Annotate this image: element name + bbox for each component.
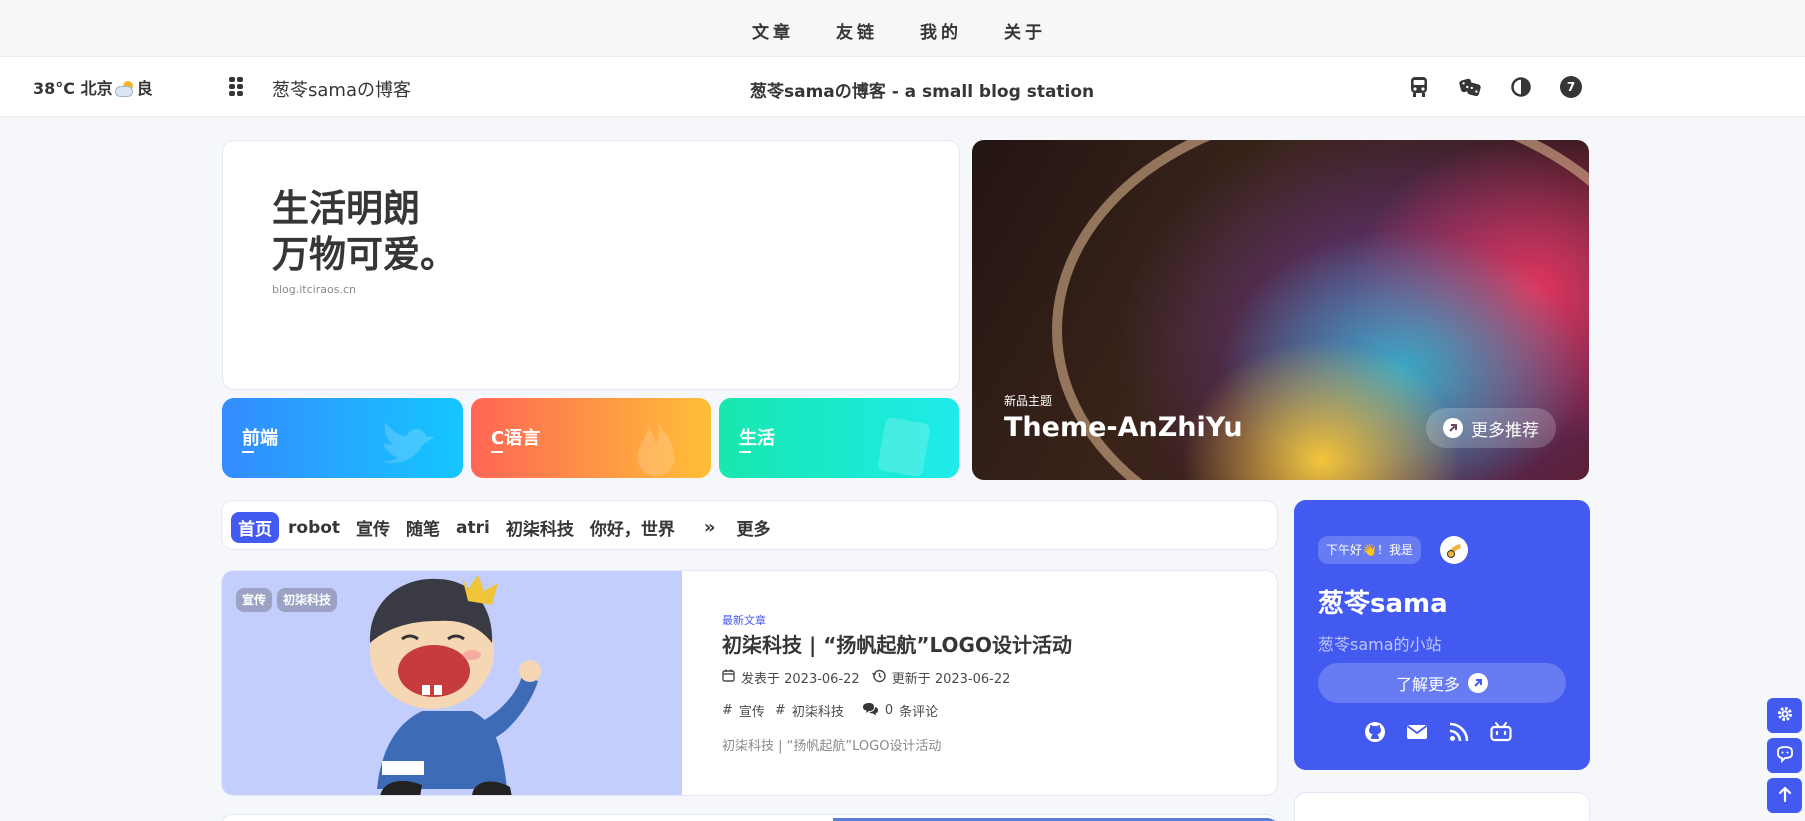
post-meta-tags: # 宣传 # 初柒科技 0 条评论: [722, 701, 938, 720]
feature-tag: 新品主题: [1004, 394, 1053, 408]
chat-toggle-button[interactable]: [1767, 738, 1802, 773]
double-chevron-right-icon[interactable]: »: [704, 517, 716, 538]
tab-more[interactable]: 更多: [730, 512, 778, 543]
category-card-c-language[interactable]: C语言: [471, 398, 711, 478]
bird-icon: [375, 414, 441, 478]
post-meta-tag[interactable]: 初柒科技: [792, 701, 844, 720]
page-title: 葱苓samaの博客 - a small blog station: [750, 82, 1095, 102]
back-to-top-button[interactable]: [1767, 778, 1802, 813]
top-nav-links: 文章 友链 我的 关于: [752, 18, 1046, 43]
rss-icon[interactable]: [1448, 721, 1470, 743]
post-excerpt: 初柒科技 | “扬帆起航”LOGO设计活动: [722, 739, 942, 754]
notification-count-badge[interactable]: 7: [1560, 76, 1582, 98]
updated-date: 更新于 2023-06-22: [891, 672, 1011, 687]
settings-gear-button[interactable]: [1767, 698, 1802, 733]
hash-icon: #: [722, 703, 733, 718]
post-tag-badge[interactable]: 宣传: [236, 588, 273, 612]
hero-url: blog.itciraos.cn: [272, 283, 356, 296]
tab-list: 首页 robot 宣传 随笔 atri 初柒科技 你好，世界 » 更多: [231, 512, 780, 543]
hero-slogan-line2: 万物可爱。: [272, 233, 457, 276]
category-card-frontend[interactable]: 前端: [222, 398, 463, 478]
post-meta: 发表于 2023-06-22 更新于 2023-06-22: [722, 668, 1010, 687]
arrow-up-icon: [1778, 786, 1792, 806]
author-name: 葱苓sama: [1318, 589, 1448, 619]
tab-chuqi-tech[interactable]: 初柒科技: [499, 512, 581, 543]
weather-widget: 38°C 北京 良: [33, 75, 153, 99]
category-label: 前端: [242, 424, 278, 453]
comments-label: 条评论: [899, 705, 939, 720]
message-icon: [1776, 745, 1794, 767]
air-quality: 良: [136, 79, 153, 98]
category-label: 生活: [739, 424, 775, 453]
comments-count[interactable]: 0: [885, 703, 893, 718]
arrow-up-right-icon: [1468, 673, 1488, 693]
tab-promotion[interactable]: 宣传: [349, 512, 397, 543]
post-cover-image[interactable]: 宣传 初柒科技: [222, 571, 682, 795]
arrow-up-right-icon: [1443, 418, 1463, 438]
feature-name: Theme-AnZhiYu: [1004, 412, 1243, 443]
post-card-next[interactable]: [221, 814, 1279, 821]
fire-icon: [623, 414, 689, 478]
newest-post-label: 最新文章: [722, 614, 766, 627]
calendar-icon: [722, 669, 735, 686]
hero-slogan-card: 生活明朗 万物可爱。 blog.itciraos.cn: [222, 140, 960, 390]
author-description: 葱苓sama的小站: [1318, 635, 1442, 654]
partly-cloudy-icon: [114, 81, 135, 97]
sidebar-card-next: [1294, 792, 1590, 821]
tab-essays[interactable]: 随笔: [399, 512, 447, 543]
greeting-badge: 下午好👋！我是: [1318, 536, 1421, 564]
featured-theme-banner[interactable]: 新品主题 Theme-AnZhiYu 更多推荐: [972, 140, 1589, 480]
top-nav-item-mine[interactable]: 我的: [920, 18, 962, 43]
more-recommendations-button[interactable]: 更多推荐: [1426, 408, 1556, 448]
category-card-life[interactable]: 生活: [719, 398, 959, 478]
history-icon: [871, 669, 886, 687]
header: 38°C 北京 良 葱苓samaの博客 葱苓samaの博客 - a small b…: [0, 57, 1805, 117]
post-title[interactable]: 初柒科技 | “扬帆起航”LOGO设计活动: [722, 629, 1072, 658]
published-date: 发表于 2023-06-22: [741, 672, 860, 687]
train-icon[interactable]: [1408, 76, 1430, 98]
bilibili-icon[interactable]: [1490, 721, 1512, 743]
post-card[interactable]: 宣传 初柒科技 最新文章 初柒科技 | “扬帆起航”LOGO设计活动 发表于 2…: [221, 570, 1278, 796]
hash-icon: #: [774, 703, 786, 718]
post-meta-tag[interactable]: 宣传: [739, 701, 765, 720]
tab-atri[interactable]: atri: [449, 515, 497, 541]
tab-hello-world[interactable]: 你好，世界: [583, 512, 682, 543]
weather-temp-city: 38°C 北京: [33, 79, 113, 98]
top-nav-item-links[interactable]: 友链: [836, 18, 878, 43]
learn-more-button[interactable]: 了解更多: [1318, 663, 1566, 703]
post-tag-badge[interactable]: 初柒科技: [277, 588, 338, 612]
book-icon: [871, 414, 937, 478]
category-tab-bar: 首页 robot 宣传 随笔 atri 初柒科技 你好，世界 » 更多: [221, 500, 1278, 550]
social-links: [1364, 721, 1512, 743]
site-name-link[interactable]: 葱苓samaの博客: [272, 76, 411, 102]
avatar[interactable]: [1440, 536, 1468, 564]
hero-slogan-line1: 生活明朗: [272, 187, 420, 230]
comments-icon: [862, 702, 879, 720]
top-nav: 文章 友链 我的 关于: [0, 0, 1805, 57]
hero-slogan: 生活明朗 万物可爱。: [272, 186, 457, 278]
top-nav-item-articles[interactable]: 文章: [752, 18, 794, 43]
dark-mode-toggle-icon[interactable]: [1510, 76, 1532, 98]
dice-icon[interactable]: [1459, 76, 1481, 98]
category-label: C语言: [491, 424, 540, 453]
tab-robot[interactable]: robot: [281, 515, 347, 541]
more-recommendations-label: 更多推荐: [1471, 420, 1539, 441]
menu-grid-icon[interactable]: [229, 77, 243, 96]
top-nav-item-about[interactable]: 关于: [1004, 18, 1046, 43]
github-icon[interactable]: [1364, 721, 1386, 743]
learn-more-label: 了解更多: [1395, 675, 1460, 694]
author-profile-card: 下午好👋！我是 葱苓sama 葱苓sama的小站 了解更多: [1294, 500, 1590, 770]
tab-home[interactable]: 首页: [231, 512, 279, 543]
gear-icon: [1776, 705, 1794, 727]
email-icon[interactable]: [1406, 721, 1428, 743]
